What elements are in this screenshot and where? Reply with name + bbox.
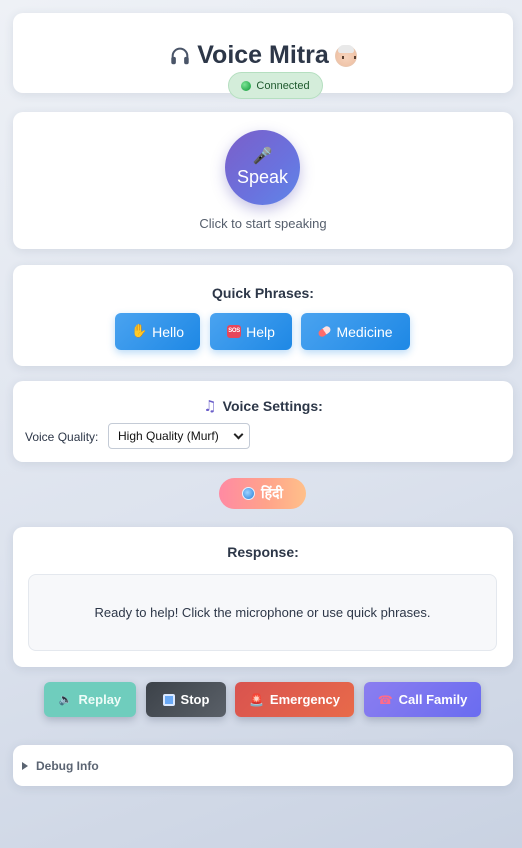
speak-button[interactable]: 🎤 Speak	[225, 130, 300, 205]
quick-phrases-card: Quick Phrases: ✋ Hello SOS Help Medicine	[13, 265, 513, 366]
chevron-down-icon	[233, 429, 244, 439]
status-dot-icon	[241, 80, 252, 91]
phrase-label: Medicine	[336, 323, 393, 340]
speak-hint: Click to start speaking	[199, 216, 327, 231]
music-note-icon: ♫	[203, 397, 217, 415]
call-family-button[interactable]: ☎ Call Family	[364, 682, 481, 717]
quick-phrases-row: ✋ Hello SOS Help Medicine	[13, 313, 513, 350]
speak-button-label: Speak	[236, 167, 289, 187]
replay-button[interactable]: 🔈 Replay	[44, 682, 136, 717]
voice-settings-card: ♫ Voice Settings: Voice Quality: High Qu…	[13, 381, 513, 462]
waving-hand-icon: ✋	[130, 324, 148, 339]
phone-icon: ☎	[377, 692, 393, 707]
stop-button[interactable]: Stop	[146, 682, 226, 717]
debug-card: Debug Info	[13, 745, 513, 786]
quick-phrases-heading: Quick Phrases:	[212, 285, 314, 301]
pill-icon	[317, 324, 333, 339]
page-title: Voice Mitra	[197, 41, 329, 69]
language-label: हिंदी	[260, 485, 284, 501]
header-card: Voice Mitra Connected	[13, 13, 513, 99]
debug-info-label: Debug Info	[36, 758, 99, 773]
speak-card: 🎤 Speak Click to start speaking	[13, 112, 513, 249]
sos-icon: SOS	[227, 325, 242, 338]
status-badge: Connected	[228, 72, 323, 99]
call-family-label: Call Family	[398, 692, 468, 707]
siren-icon: 🚨	[248, 692, 264, 707]
phrase-label: Help	[246, 323, 275, 340]
globe-icon	[241, 487, 255, 500]
voice-quality-label: Voice Quality:	[25, 430, 99, 444]
response-text-box: Ready to help! Click the microphone or u…	[28, 574, 497, 651]
response-card: Response: Ready to help! Click the micro…	[13, 527, 513, 667]
phrase-medicine-button[interactable]: Medicine	[301, 313, 410, 350]
app-title-row: Voice Mitra	[13, 41, 513, 70]
microphone-icon: 🎤	[252, 146, 273, 165]
stop-icon	[162, 693, 175, 706]
old-man-face-icon	[334, 44, 357, 67]
triangle-right-icon	[22, 761, 28, 770]
voice-settings-heading: Voice Settings:	[222, 398, 323, 414]
speaker-icon: 🔈	[58, 693, 73, 706]
phrase-label: Hello	[152, 323, 185, 340]
voice-quality-select[interactable]: High Quality (Murf)	[108, 423, 250, 449]
language-toggle-button[interactable]: हिंदी	[219, 478, 306, 509]
emergency-label: Emergency	[269, 692, 341, 707]
voice-settings-heading-row: ♫ Voice Settings:	[13, 397, 513, 415]
response-text: Ready to help! Click the microphone or u…	[94, 605, 431, 620]
phrase-help-button[interactable]: SOS Help	[210, 313, 292, 350]
stop-label: Stop	[180, 692, 210, 707]
phrase-hello-button[interactable]: ✋ Hello	[115, 313, 200, 350]
voice-quality-value: High Quality (Murf)	[118, 429, 219, 443]
debug-info-toggle[interactable]: Debug Info	[13, 745, 513, 786]
emergency-button[interactable]: 🚨 Emergency	[235, 682, 354, 717]
status-text: Connected	[256, 79, 310, 92]
replay-label: Replay	[78, 692, 122, 707]
response-heading: Response:	[227, 544, 299, 560]
headphones-icon	[169, 45, 191, 67]
